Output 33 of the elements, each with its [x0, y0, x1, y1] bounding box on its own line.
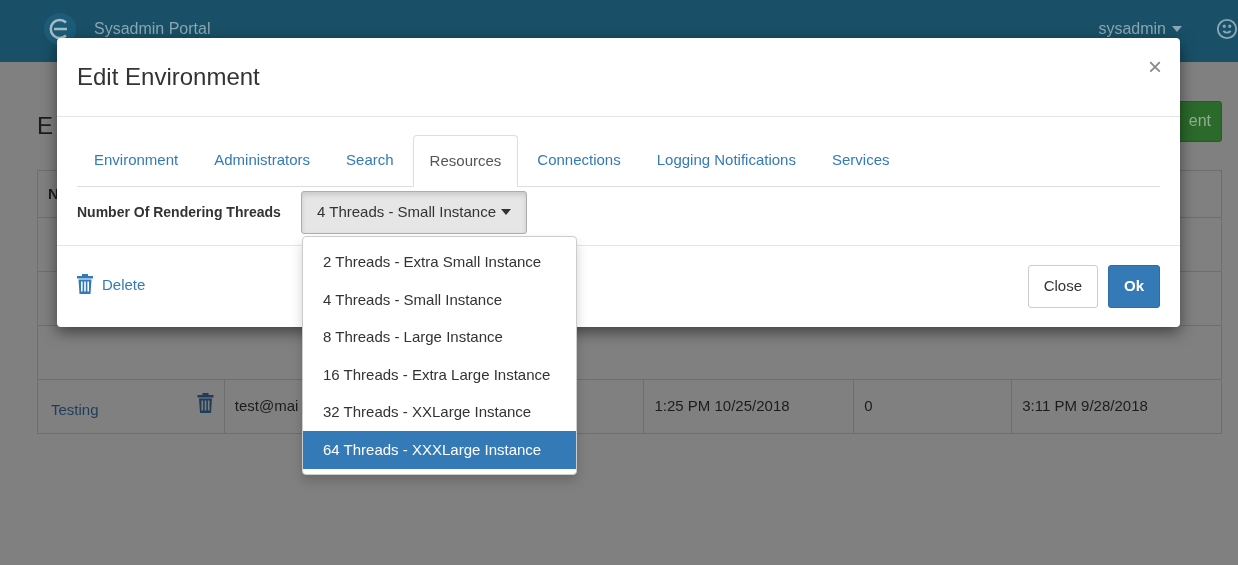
tab[interactable]: Resources — [412, 135, 519, 187]
field-label: Number Of Rendering Threads — [77, 202, 282, 222]
tab[interactable]: Administrators — [197, 135, 328, 186]
caret-icon — [501, 209, 511, 215]
table-cell-text: 3:11 PM 9/28/2018 — [1022, 396, 1148, 417]
caret-icon — [1172, 26, 1182, 32]
trash-icon — [77, 273, 93, 294]
table-cell-text: 0 — [864, 396, 873, 417]
app-title: Sysadmin Portal — [94, 19, 211, 39]
tab[interactable]: Services — [814, 135, 907, 186]
trash-icon — [196, 392, 214, 413]
close-button[interactable]: × — [1148, 55, 1162, 79]
dropdown-option[interactable]: 4 Threads - Small Instance — [303, 281, 576, 319]
table-cell-text: 1:25 PM 10/25/2018 — [654, 396, 790, 417]
tab[interactable]: Environment — [77, 135, 196, 186]
ok-button[interactable]: Ok — [1108, 265, 1160, 308]
dropdown-option[interactable]: 64 Threads - XXXLarge Instance — [303, 431, 576, 470]
table-cell-text: test@mai — [234, 396, 299, 417]
delete-link[interactable]: Delete — [77, 273, 146, 298]
close-dialog-button[interactable]: Close — [1027, 265, 1098, 308]
threads-dropdown[interactable]: 4 Threads - Small Instance — [301, 190, 527, 234]
tab[interactable]: Logging Notifications — [639, 135, 813, 186]
dialog-title: Edit Environment — [77, 62, 260, 92]
dropdown-option[interactable]: 8 Threads - Large Instance — [303, 318, 576, 357]
tab[interactable]: Connections — [520, 135, 638, 186]
user-menu[interactable]: sysadmin — [1098, 17, 1182, 41]
tab[interactable]: Search — [329, 135, 411, 186]
dropdown-option[interactable]: 32 Threads - XXLarge Instance — [303, 393, 576, 432]
dropdown-option[interactable]: 2 Threads - Extra Small Instance — [303, 243, 576, 282]
page-heading: E — [37, 114, 53, 138]
smiley-icon[interactable] — [1216, 18, 1238, 40]
dropdown-option[interactable]: 16 Threads - Extra Large Instance — [303, 356, 576, 394]
environment-link[interactable]: Testing — [51, 399, 99, 422]
